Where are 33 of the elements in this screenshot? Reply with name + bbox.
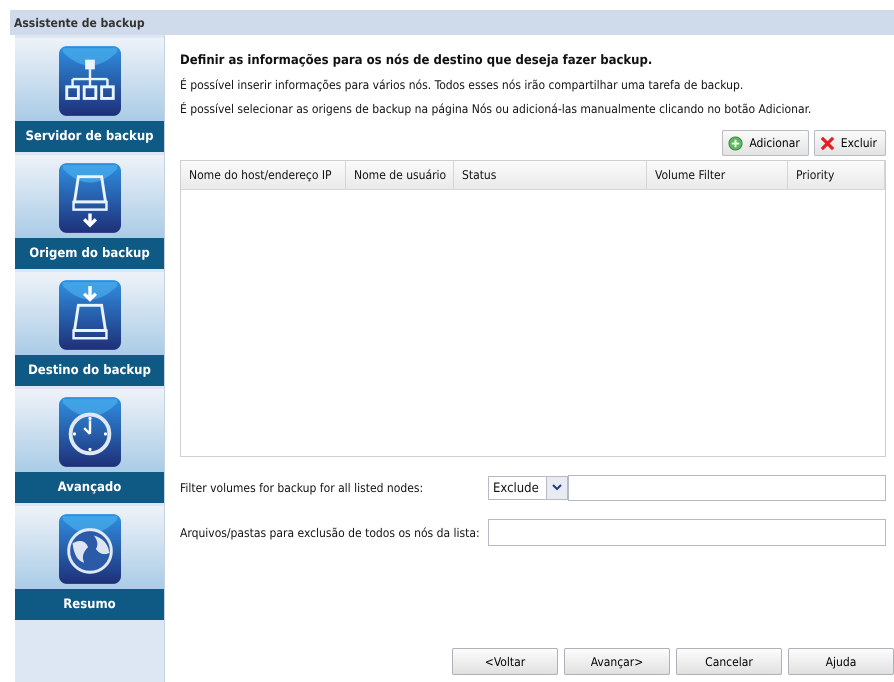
add-button[interactable]: Adicionar: [722, 130, 809, 156]
caret-icon: [546, 477, 567, 499]
description-text: É possível inserir informações para vários nós. Todos esses nós irão compartilhar uma tarefa de backup.: [180, 78, 744, 92]
step-tab[interactable]: Servidor de backup: [15, 121, 164, 152]
field-label: Filter volumes for backup for all listed nodes:: [180, 481, 424, 495]
heading: Definir as informações para os nós de destino que deseja fazer backup.: [180, 53, 654, 68]
plus-icon: [728, 136, 744, 150]
step-tab[interactable]: Origem do backup: [15, 238, 164, 269]
wizard-button[interactable]: Cancelar: [676, 648, 782, 675]
drive-icon[interactable]: [58, 162, 120, 234]
cross-icon: [820, 136, 835, 150]
input-field[interactable]: [568, 475, 886, 501]
wizard-button[interactable]: <Voltar: [452, 648, 558, 675]
step-tab[interactable]: Destino do backup: [15, 355, 164, 386]
column-header[interactable]: Nome do host/endereço IP: [181, 161, 346, 189]
field-label: Arquivos/pastas para exclusão de todos os nós da lista:: [180, 526, 480, 540]
window-title: Assistente de backup: [14, 16, 145, 30]
wizard-button[interactable]: Avançar>: [564, 648, 670, 675]
step-tab[interactable]: Resumo: [15, 589, 164, 620]
globe-icon[interactable]: [58, 513, 120, 585]
column-header[interactable]: Nome de usuário: [346, 161, 454, 189]
clock-icon[interactable]: [58, 396, 120, 468]
column-header[interactable]: Priority: [788, 161, 885, 189]
step-tab[interactable]: Avançado: [15, 472, 164, 503]
network-icon[interactable]: [58, 45, 120, 117]
input-field[interactable]: [488, 519, 886, 546]
delete-button[interactable]: Excluir: [814, 130, 886, 156]
wizard-button[interactable]: Ajuda: [788, 648, 894, 675]
description-text: É possível selecionar as origens de backup na página Nós ou adicioná-las manualmente clicando no botão Adicionar.: [180, 102, 812, 116]
filter-mode-dropdown[interactable]: Exclude: [488, 476, 568, 500]
drive-icon[interactable]: [58, 279, 120, 351]
column-header[interactable]: Volume Filter: [647, 161, 788, 189]
column-header[interactable]: Status: [454, 161, 647, 189]
